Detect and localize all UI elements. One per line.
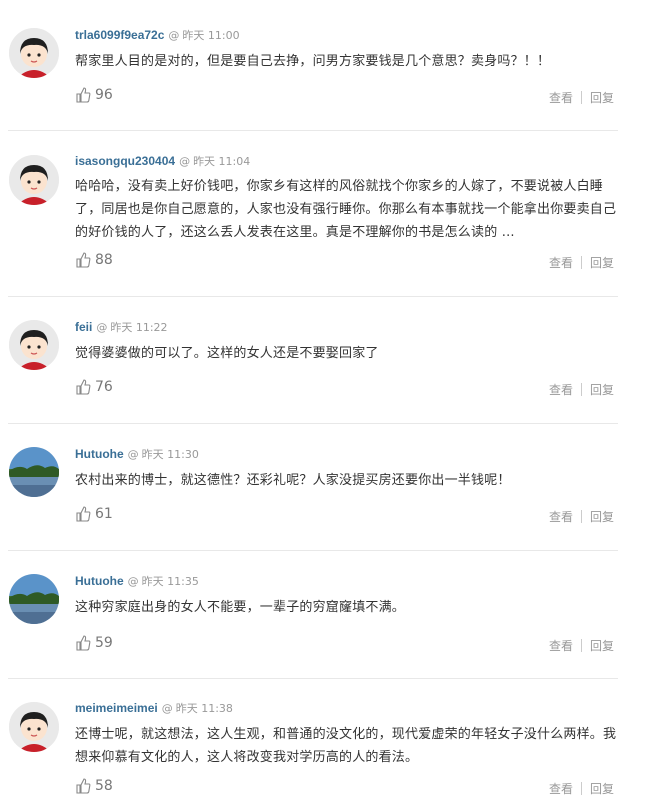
timestamp: 昨天 11:38 [175,702,233,715]
view-button[interactable]: 查看 [549,780,573,797]
comment-meta: isasongqu230404 @ 昨天 11:04 [75,153,250,169]
comment-meta: meimeimeimei @ 昨天 11:38 [75,700,233,716]
comment-separator [8,678,618,679]
at-sign: @ [127,448,139,461]
thumbs-up-icon [76,379,91,395]
cartoon-girl-icon [9,155,59,205]
thumbs-up-icon [76,506,91,522]
comment-meta: Hutuohe @ 昨天 11:30 [75,446,199,462]
comment-meta: feii @ 昨天 11:22 [75,319,168,335]
comment-text: 哈哈哈，没有卖上好价钱吧，你家乡有这样的风俗就找个你家乡的人嫁了，不要说被人白睡… [75,179,617,240]
avatar[interactable] [9,447,59,497]
avatar[interactable] [9,155,59,205]
username[interactable]: Hutuohe [75,574,124,588]
comment-text: 帮家里人目的是对的，但是要自己去挣，问男方家要钱是几个意思？卖身吗？！！ [75,54,551,69]
reply-button[interactable]: 回复 [590,89,614,106]
comment-actions: 查看 回复 [549,254,614,271]
view-button[interactable]: 查看 [549,508,573,525]
timestamp: 昨天 11:35 [141,575,199,588]
avatar[interactable] [9,574,59,624]
like-button[interactable]: 88 [75,252,113,268]
comment-text: 这种穷家庭出身的女人不能要，一辈子的穷窟窿填不满。 [75,600,406,615]
view-button[interactable]: 查看 [549,89,573,106]
comment-actions: 查看 回复 [549,637,614,654]
like-button[interactable]: 59 [75,635,113,651]
avatar[interactable] [9,28,59,78]
action-divider [580,383,582,396]
at-sign: @ [168,29,180,42]
at-sign: @ [127,575,139,588]
username[interactable]: trla6099f9ea72c [75,28,164,42]
timestamp: 昨天 11:30 [141,448,199,461]
reply-button[interactable]: 回复 [590,780,614,797]
comment-actions: 查看 回复 [549,780,614,797]
comment-separator [8,423,618,424]
username[interactable]: meimeimeimei [75,701,158,715]
comment-separator [8,296,618,297]
landscape-photo-icon [9,574,59,624]
username[interactable]: Hutuohe [75,447,124,461]
at-sign: @ [161,702,173,715]
thumbs-up-icon [76,635,91,651]
username[interactable]: isasongqu230404 [75,154,175,168]
username[interactable]: feii [75,320,92,334]
at-sign: @ [179,155,191,168]
action-divider [580,782,582,795]
comment-list: trla6099f9ea72c @ 昨天 11:00 帮家里人目的是对的，但是要自己… [0,0,650,805]
comment-actions: 查看 回复 [549,89,614,106]
timestamp: 昨天 11:00 [182,29,240,42]
avatar[interactable] [9,320,59,370]
cartoon-girl-icon [9,702,59,752]
like-count: 76 [95,379,113,395]
thumbs-up-icon [76,252,91,268]
reply-button[interactable]: 回复 [590,637,614,654]
thumbs-up-icon [76,87,91,103]
like-count: 88 [95,252,113,268]
like-button[interactable]: 61 [75,506,113,522]
view-button[interactable]: 查看 [549,254,573,271]
comment-separator [8,130,618,131]
landscape-photo-icon [9,447,59,497]
like-button[interactable]: 58 [75,778,113,794]
like-button[interactable]: 76 [75,379,113,395]
comment-actions: 查看 回复 [549,508,614,525]
like-button[interactable]: 96 [75,87,113,103]
action-divider [580,639,582,652]
comment-meta: Hutuohe @ 昨天 11:35 [75,573,199,589]
cartoon-girl-icon [9,28,59,78]
cartoon-girl-icon [9,320,59,370]
timestamp: 昨天 11:04 [193,155,251,168]
like-count: 61 [95,506,113,522]
reply-button[interactable]: 回复 [590,254,614,271]
comment-text: 还博士呢，就这想法，这人生观，和普通的没文化的，现代爱虚荣的年轻女子没什么两样。… [75,727,617,765]
comment-meta: trla6099f9ea72c @ 昨天 11:00 [75,27,240,43]
action-divider [580,510,582,523]
at-sign: @ [96,321,108,334]
view-button[interactable]: 查看 [549,381,573,398]
comment-text: 觉得婆婆做的可以了。这样的女人还是不要娶回家了 [75,346,379,361]
like-count: 58 [95,778,113,794]
thumbs-up-icon [76,778,91,794]
action-divider [580,256,582,269]
comment-text: 农村出来的博士，就这德性？还彩礼呢？人家没提买房还要你出一半钱呢！ [75,473,511,488]
timestamp: 昨天 11:22 [110,321,168,334]
like-count: 59 [95,635,113,651]
reply-button[interactable]: 回复 [590,508,614,525]
comment-separator [8,550,618,551]
like-count: 96 [95,87,113,103]
reply-button[interactable]: 回复 [590,381,614,398]
view-button[interactable]: 查看 [549,637,573,654]
comment-actions: 查看 回复 [549,381,614,398]
avatar[interactable] [9,702,59,752]
action-divider [580,91,582,104]
